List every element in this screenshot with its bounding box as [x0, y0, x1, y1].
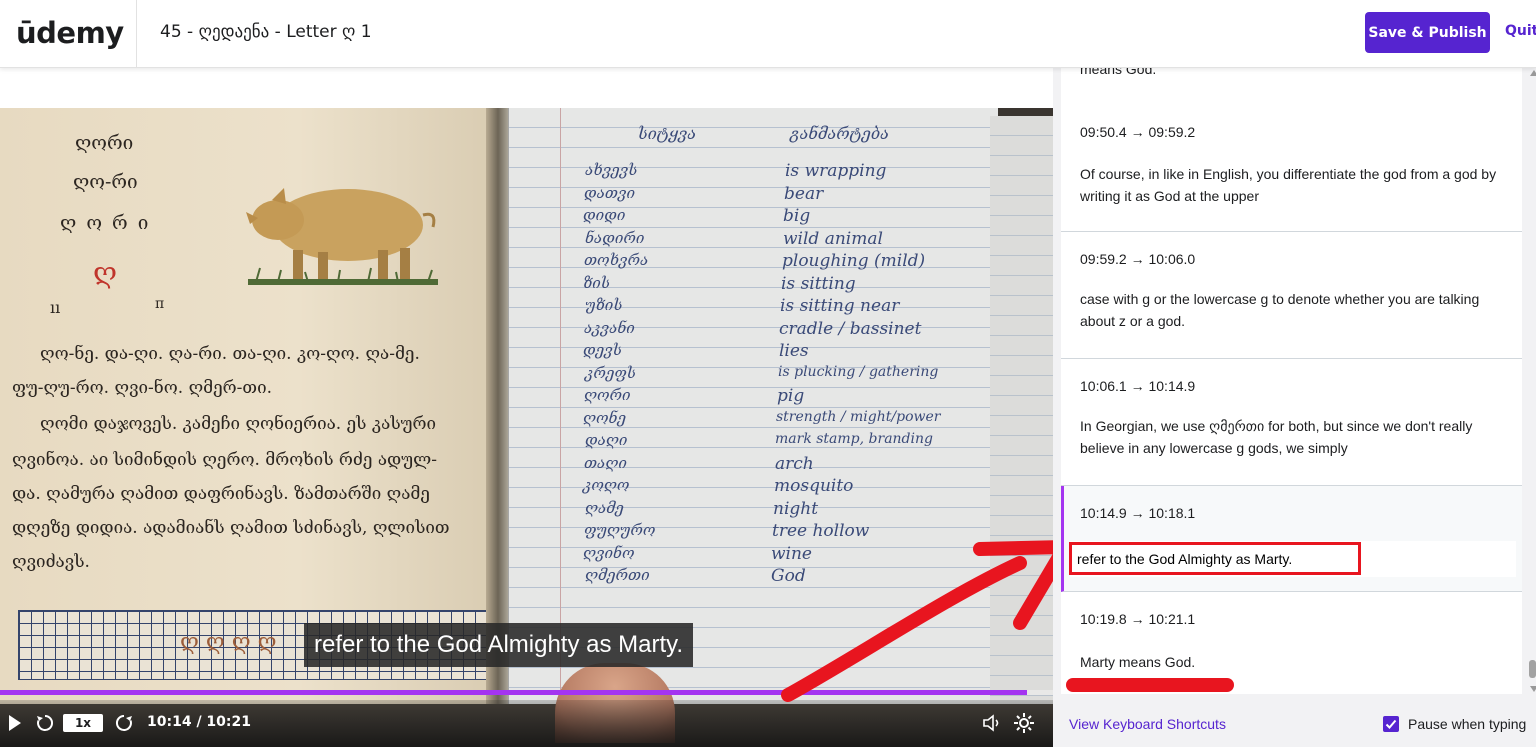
notebook-word: თოხვრა: [584, 251, 649, 269]
book-text-line: და. ღამურა ღამით დაფრინავს. ზამთარში ღამ…: [12, 484, 430, 504]
book-title-line: ღორი: [75, 132, 134, 154]
notebook-word: ღონე: [583, 408, 627, 427]
notebook-meaning: night: [773, 498, 819, 519]
transcript-cue[interactable]: 10:06.1 → 10:14.9 In Georgian, we use ღმ…: [1061, 359, 1522, 486]
transcript-cue[interactable]: 09:59.2 → 10:06.0 case with g or the low…: [1061, 232, 1522, 359]
udemy-logo[interactable]: ūdemy: [16, 14, 124, 54]
book-text-line: ღო-ნე. და-ღი. ღა-რი. თა-ღი. კო-ღო. ღა-მე…: [40, 344, 420, 364]
scroll-down-arrow-icon[interactable]: [1530, 686, 1536, 692]
book-spine: [486, 108, 510, 708]
notebook-header-meaning: განმარტება: [790, 124, 889, 143]
notebook-word: კრეფს: [585, 363, 636, 382]
notebook-word: დევს: [583, 341, 622, 359]
notebook-word: ღმერთი: [585, 566, 650, 584]
grid-letters: ღ ღ ღ ღ: [180, 630, 277, 655]
pig-illustration: [246, 188, 438, 285]
notebook-meaning: mosquito: [774, 476, 854, 496]
transcript-scrollbar[interactable]: [1528, 68, 1536, 694]
cue-text[interactable]: means God.: [1080, 68, 1510, 80]
forward-icon[interactable]: [114, 713, 134, 733]
scroll-up-arrow-icon[interactable]: [1530, 70, 1536, 76]
notebook-word: ნადირი: [585, 228, 645, 247]
notebook-meaning: strength / might/power: [776, 408, 941, 425]
book-text-line: ფუ-ღუ-რო. ღვი-ნო. ღმერ-თი.: [12, 378, 272, 398]
notebook-word: აკვანი: [584, 318, 635, 337]
notebook-margin: [509, 108, 561, 708]
book-text-line: დღეზე დიდია. ადამიანს ღამით სძინავს, ღლი…: [12, 518, 450, 538]
logo-text: ūdemy: [16, 16, 124, 50]
cue-time: 10:14.9 → 10:18.1: [1080, 505, 1196, 521]
time-display: 10:14 / 10:21: [147, 714, 251, 730]
notebook-word: ზის: [583, 273, 610, 292]
settings-gear-icon[interactable]: [1013, 712, 1035, 734]
notebook-header-word: სიტყვა: [638, 124, 697, 143]
cue-time: 10:06.1 → 10:14.9: [1080, 378, 1196, 394]
notebook-word: ღორი: [584, 386, 631, 404]
transcript-cue[interactable]: 09:50.4 → 09:59.2 Of course, in like in …: [1061, 104, 1522, 232]
cue-text[interactable]: In Georgian, we use ღმერთი for both, but…: [1080, 415, 1510, 459]
notebook-meaning: pig: [777, 386, 805, 406]
book-mark: ıı: [50, 298, 61, 317]
volume-icon[interactable]: [982, 714, 1002, 732]
book-title-line: ღო-რი: [73, 171, 138, 193]
book-title-line: ღ ო რ ი: [60, 212, 151, 234]
cue-text[interactable]: case with g or the lowercase g to denote…: [1080, 288, 1510, 332]
notebook-word: ღვინო: [583, 543, 635, 562]
annotation-highlight-box: [1069, 542, 1361, 575]
book-page-left: ღორი ღო-რი ღ ო რ ი ღ ıı π ღო-ნე. და-ღი. …: [0, 108, 498, 708]
annotation-arrow: [781, 540, 1072, 702]
notebook-meaning: is wrapping: [785, 161, 887, 181]
top-header: ūdemy 45 - ღედაენა - Letter ღ 1 Save & P…: [0, 0, 1536, 68]
cue-text[interactable]: Marty means God.: [1080, 651, 1510, 673]
notebook-meaning: is sitting near: [780, 296, 900, 316]
notebook-word: ღამე: [585, 498, 624, 517]
book-big-letter: ღ: [93, 256, 118, 289]
cue-text[interactable]: Of course, in like in English, you diffe…: [1080, 163, 1510, 207]
notebook-meaning: ploughing (mild): [782, 251, 926, 271]
lecture-title: 45 - ღედაენა - Letter ღ 1: [160, 22, 372, 42]
notebook-meaning: mark stamp, branding: [775, 431, 933, 447]
scrollbar-thumb[interactable]: [1529, 660, 1536, 678]
annotation-underline: [1066, 678, 1234, 692]
notebook-meaning: lies: [779, 341, 809, 361]
notebook-meaning: is sitting: [781, 273, 856, 294]
notebook-word: დაღი: [585, 431, 628, 449]
transcript-cue[interactable]: means God.: [1061, 68, 1522, 105]
notebook-word: ახვევს: [585, 161, 638, 179]
notebook-word: კოღო: [583, 476, 630, 494]
rewind-icon[interactable]: [35, 713, 55, 733]
notebook-word: დათვი: [584, 183, 636, 202]
book-mark: π: [155, 296, 165, 312]
play-icon[interactable]: [8, 714, 22, 732]
book-text-line: ღომი დაჯოვეს. კამეჩი ღონიერია. ეს კასური: [40, 414, 437, 434]
playback-speed-button[interactable]: 1x: [63, 714, 103, 732]
notebook-meaning: bear: [784, 183, 824, 204]
notebook-meaning: arch: [775, 453, 814, 474]
notebook-meaning: wild animal: [783, 228, 883, 249]
keyboard-shortcuts-link[interactable]: View Keyboard Shortcuts: [1069, 716, 1226, 732]
notebook-word: დიდი: [583, 206, 626, 224]
notebook-word: ფუღურო: [584, 521, 656, 539]
checkmark-icon: [1385, 719, 1397, 729]
notebook-meaning: big: [783, 206, 811, 226]
transcript-panel: means God. 09:50.4 → 09:59.2 Of course, …: [1061, 68, 1522, 694]
notebook-meaning: cradle / bassinet: [779, 318, 922, 339]
quit-link[interactable]: Quit: [1505, 23, 1536, 39]
notebook-meaning: is plucking / gathering: [778, 363, 939, 380]
book-text-line: ღვიძავს.: [12, 552, 90, 572]
notebook-word: უზის: [585, 296, 623, 314]
notebook-word: თაღი: [584, 453, 627, 472]
header-divider: [136, 0, 137, 68]
transcript-cue-active[interactable]: 10:14.9 → 10:18.1 refer to the God Almig…: [1061, 486, 1522, 592]
save-publish-button[interactable]: Save & Publish: [1365, 12, 1490, 53]
pause-when-typing-checkbox[interactable]: [1383, 716, 1399, 732]
cue-time: 10:19.8 → 10:21.1: [1080, 611, 1196, 627]
video-caption: refer to the God Almighty as Marty.: [304, 623, 694, 667]
pause-when-typing-label: Pause when typing: [1408, 716, 1527, 732]
cue-time: 09:59.2 → 10:06.0: [1080, 251, 1196, 267]
book-text-line: ღვინოა. აი სიმინდის ღერო. მროხის რძე ადუ…: [12, 450, 437, 470]
cue-time: 09:50.4 → 09:59.2: [1080, 124, 1196, 140]
